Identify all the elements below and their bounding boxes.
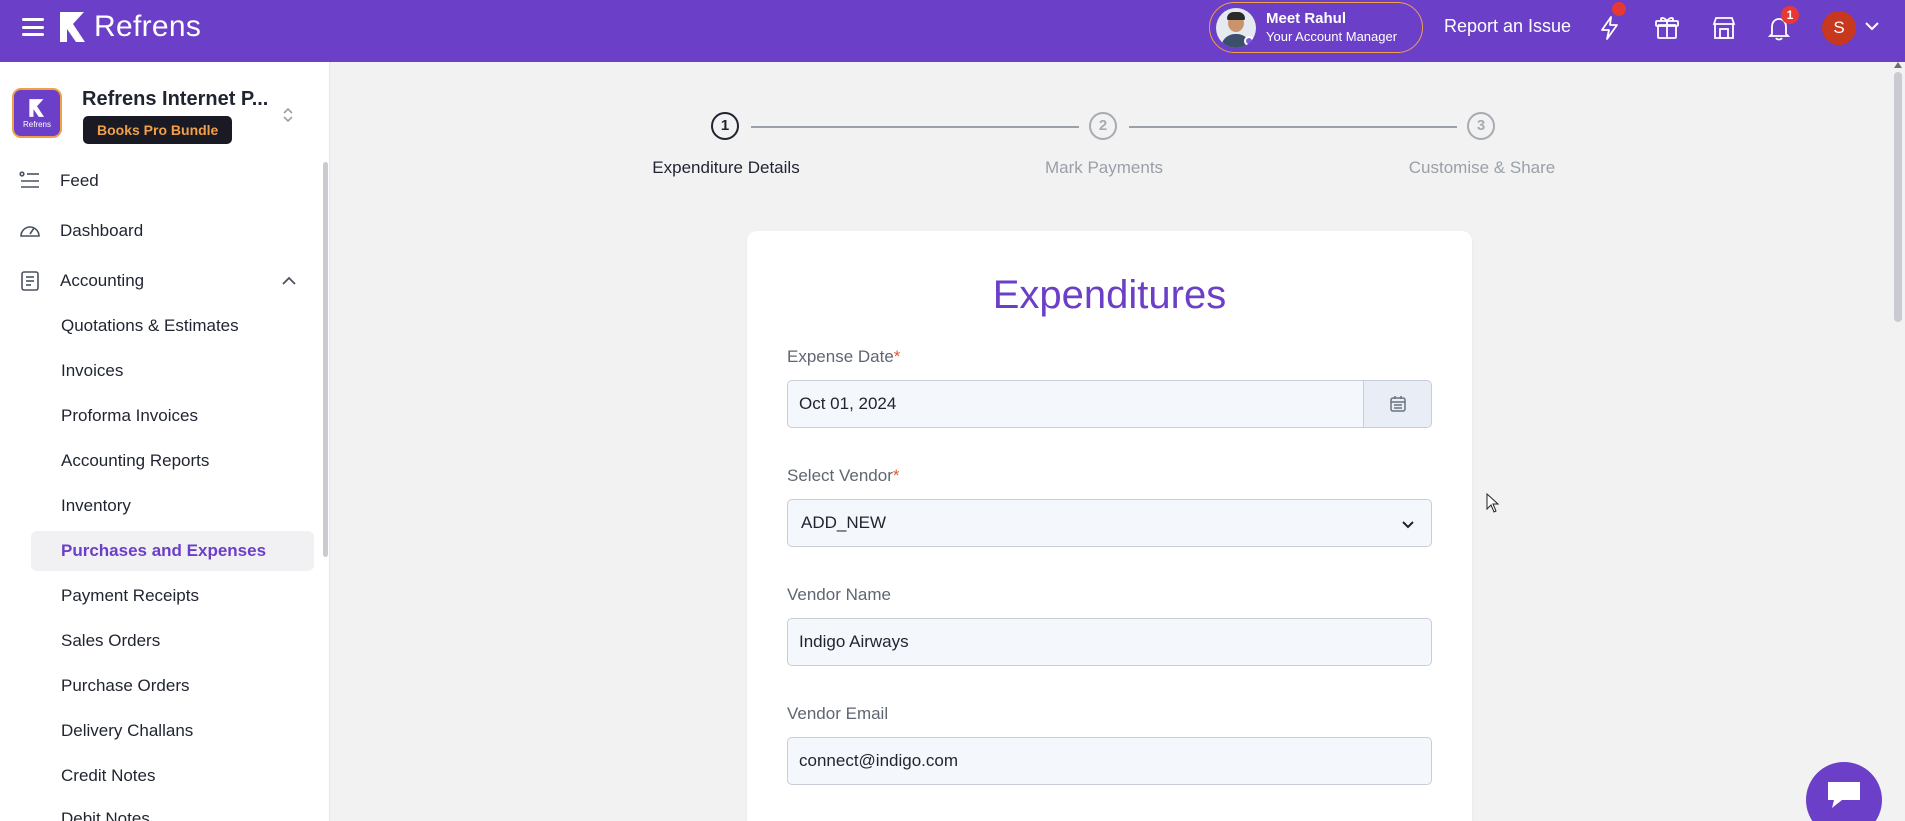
chevron-down-icon [1402, 521, 1414, 529]
sidebar-item-sales-orders[interactable]: Sales Orders [31, 621, 314, 661]
step-2-label: Mark Payments [1044, 158, 1164, 177]
notification-badge: 1 [1781, 6, 1799, 24]
refrens-logo-icon [60, 12, 85, 42]
report-issue-link[interactable]: Report an Issue [1444, 16, 1571, 37]
account-manager-avatar [1216, 7, 1256, 48]
sidebar-item-purchases-expenses[interactable]: Purchases and Expenses [31, 531, 314, 571]
page-scrollbar[interactable] [1890, 62, 1905, 821]
vendor-name-value: Indigo Airways [799, 632, 909, 651]
chat-icon [1828, 782, 1860, 808]
sidebar-item-purchase-orders[interactable]: Purchase Orders [31, 666, 314, 706]
sidebar: Refrens Refrens Internet P... Books Pro … [0, 62, 330, 821]
vendor-email-value: connect@indigo.com [799, 751, 959, 770]
calendar-icon [1389, 396, 1406, 412]
bell-icon[interactable]: 1 [1765, 6, 1799, 42]
lightning-icon[interactable] [1596, 2, 1626, 42]
vendor-select[interactable]: ADD_NEW [787, 499, 1432, 547]
sidebar-item-feed[interactable]: Feed [18, 161, 99, 201]
sidebar-item-dashboard[interactable]: Dashboard [18, 211, 143, 251]
sidebar-item-proforma-invoices[interactable]: Proforma Invoices [31, 396, 314, 436]
sidebar-item-label: Accounting [60, 271, 145, 290]
vendor-email-input[interactable]: connect@indigo.com [787, 737, 1432, 785]
mouse-cursor-icon [1486, 493, 1500, 513]
sidebar-item-label: Feed [60, 171, 99, 190]
sidebar-item-quotations[interactable]: Quotations & Estimates [31, 306, 314, 346]
calendar-button[interactable] [1363, 381, 1431, 427]
chevron-down-icon[interactable] [1864, 20, 1880, 32]
step-1-circle: 1 [711, 112, 739, 140]
step-connector [751, 126, 1079, 128]
scrollbar-thumb[interactable] [1894, 72, 1902, 322]
vendor-name-input[interactable]: Indigo Airways [787, 618, 1432, 666]
sidebar-item-debit-notes[interactable]: Debit Notes [31, 799, 314, 821]
step-3-circle: 3 [1467, 112, 1495, 140]
plan-badge: Books Pro Bundle [83, 116, 233, 144]
updates-dot [1612, 2, 1626, 16]
sidebar-item-delivery-challans[interactable]: Delivery Challans [31, 711, 314, 751]
vendor-select-value: ADD_NEW [801, 513, 887, 532]
sidebar-item-credit-notes[interactable]: Credit Notes [31, 756, 314, 796]
expense-date-field[interactable]: Oct 01, 2024 [787, 380, 1432, 428]
ledger-icon [21, 271, 39, 291]
org-switch-icon[interactable] [282, 106, 294, 124]
vendor-select-label: Select Vendor* [787, 466, 900, 485]
org-logo: Refrens [12, 88, 62, 138]
brand-name: Refrens [94, 10, 202, 43]
chat-button[interactable] [1806, 762, 1882, 821]
top-bar: Refrens Meet Rahul Your Account Manager … [0, 0, 1905, 62]
vendor-name-label: Vendor Name [787, 585, 891, 604]
sidebar-item-accounting-reports[interactable]: Accounting Reports [31, 441, 314, 481]
scroll-up-arrow-icon[interactable] [1894, 62, 1902, 68]
menu-icon[interactable] [22, 18, 44, 36]
brand-logo[interactable]: Refrens [58, 10, 201, 44]
sidebar-item-invoices[interactable]: Invoices [31, 351, 314, 391]
vendor-email-label: Vendor Email [787, 704, 889, 723]
sidebar-item-inventory[interactable]: Inventory [31, 486, 314, 526]
step-1-label: Expenditure Details [652, 158, 800, 177]
account-manager-button[interactable]: Meet Rahul Your Account Manager [1209, 2, 1423, 53]
org-logo-text: Refrens [22, 119, 51, 129]
account-manager-name: Meet Rahul [1266, 10, 1347, 27]
sidebar-item-payment-receipts[interactable]: Payment Receipts [31, 576, 314, 616]
sidebar-scrollbar[interactable] [323, 162, 328, 557]
expenditure-form-card: Expenditures Expense Date* Oct 01, 2024 … [747, 231, 1472, 821]
form-title: Expenditures [992, 273, 1227, 317]
org-name[interactable]: Refrens Internet P... [82, 88, 268, 111]
feed-icon [19, 171, 39, 188]
user-avatar[interactable]: S [1822, 11, 1856, 45]
gauge-icon [20, 226, 40, 237]
expense-date-value: Oct 01, 2024 [799, 394, 897, 413]
step-3-label: Customise & Share [1408, 158, 1556, 177]
gift-icon[interactable] [1653, 14, 1681, 42]
refrens-logo-icon [29, 98, 45, 117]
step-connector [1129, 126, 1457, 128]
store-icon[interactable] [1710, 14, 1738, 42]
expense-date-label: Expense Date* [787, 347, 901, 366]
account-manager-role: Your Account Manager [1266, 29, 1398, 44]
step-2-circle: 2 [1089, 112, 1117, 140]
sidebar-item-label: Dashboard [60, 221, 144, 240]
sidebar-item-accounting[interactable]: Accounting [18, 261, 144, 301]
chevron-up-icon[interactable] [280, 274, 298, 288]
